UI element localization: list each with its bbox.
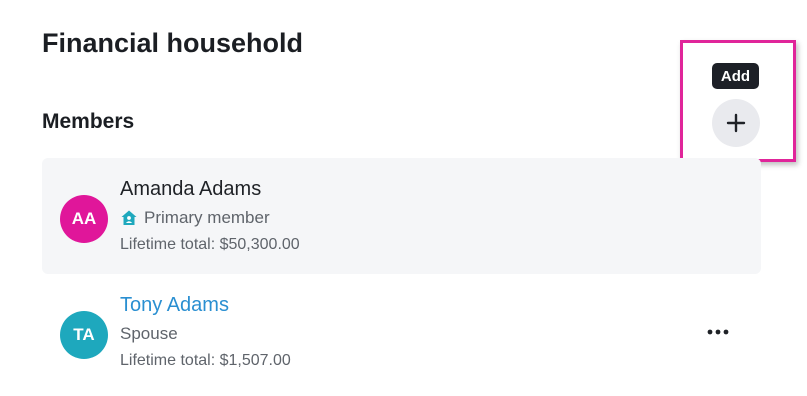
avatar: TA — [60, 311, 108, 359]
avatar-initials: AA — [71, 209, 97, 228]
more-horizontal-icon — [707, 329, 729, 335]
member-role: Spouse — [120, 324, 178, 344]
avatar-initials: TA — [73, 325, 95, 344]
add-member-button[interactable] — [712, 99, 760, 147]
financial-household-page: Financial household Members Add AA Amand… — [0, 0, 807, 396]
more-options-button[interactable] — [703, 317, 733, 347]
page-title: Financial household — [42, 28, 304, 58]
avatar: AA — [60, 195, 108, 243]
member-name: Amanda Adams — [120, 178, 262, 200]
member-role: Primary member — [120, 208, 270, 228]
member-role-label: Spouse — [120, 324, 178, 343]
member-name-link[interactable]: Tony Adams — [120, 294, 229, 317]
house-icon — [120, 209, 138, 227]
plus-icon — [726, 113, 746, 133]
lifetime-total: Lifetime total: $50,300.00 — [120, 236, 300, 253]
member-card-tony-adams[interactable]: TA Tony Adams Spouse Lifetime total: $1,… — [42, 274, 761, 390]
add-tooltip: Add — [712, 63, 759, 89]
lifetime-total: Lifetime total: $1,507.00 — [120, 352, 291, 369]
members-heading: Members — [42, 110, 135, 133]
member-role-label: Primary member — [144, 208, 270, 227]
member-card-amanda-adams[interactable]: AA Amanda Adams Primary member Lifetime … — [42, 158, 761, 274]
